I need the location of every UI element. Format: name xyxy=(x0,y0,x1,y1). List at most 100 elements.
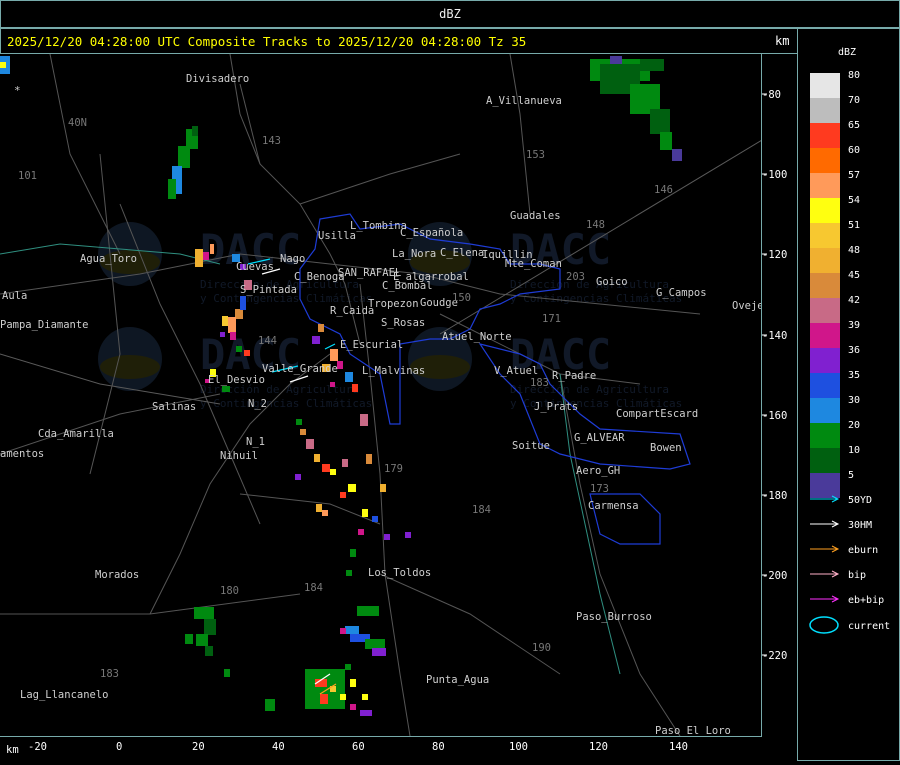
current-label: current xyxy=(848,621,890,632)
svg-text:Carmensa: Carmensa xyxy=(588,500,639,512)
svg-text:Agua_Toro: Agua_Toro xyxy=(80,253,137,265)
track-legend-label: 50YD xyxy=(848,495,872,506)
legend-swatch xyxy=(810,98,840,123)
svg-text:C_Elena: C_Elena xyxy=(440,247,484,259)
window-title: dBZ xyxy=(439,7,461,21)
svg-text:180: 180 xyxy=(220,585,239,597)
track-legend-label: 30HM xyxy=(848,520,872,531)
y-tick: -120 xyxy=(762,249,787,261)
svg-text:173: 173 xyxy=(590,483,609,495)
dbz-color-scale: 80 70 65 60 57 54 51 48 45 42 39 36 35 30 20 10 5 xyxy=(810,70,860,498)
svg-text:CompartEscard: CompartEscard xyxy=(616,408,698,420)
svg-text:L_Malvinas: L_Malvinas xyxy=(362,365,425,377)
svg-text:Los_Toldos: Los_Toldos xyxy=(368,567,431,579)
legend-swatch xyxy=(810,448,840,473)
legend-swatch-label: 80 xyxy=(848,70,860,81)
svg-text:148: 148 xyxy=(586,219,605,231)
svg-text:G_ALVEAR: G_ALVEAR xyxy=(574,432,625,444)
svg-text:40N: 40N xyxy=(68,117,87,129)
svg-text:Mte_Coman: Mte_Coman xyxy=(505,258,562,270)
track-legend-label: bip xyxy=(848,570,866,581)
window-title-bar: dBZ xyxy=(0,0,900,28)
y-tick: -100 xyxy=(762,169,787,181)
legend-swatch xyxy=(810,473,840,498)
legend-swatch-label: 57 xyxy=(848,170,860,181)
x-tick: 40 xyxy=(272,741,285,753)
y-tick: -200 xyxy=(762,570,787,582)
y-tick: -220 xyxy=(762,650,787,662)
legend-swatch-label: 48 xyxy=(848,245,860,256)
y-tick: -180 xyxy=(762,490,787,502)
svg-text:Paso_El_Loro: Paso_El_Loro xyxy=(655,725,731,736)
svg-text:184: 184 xyxy=(472,504,491,516)
x-tick: 140 xyxy=(669,741,688,753)
track-legend-label: eb+bip xyxy=(848,595,884,606)
svg-text:C_Española: C_Española xyxy=(400,227,463,239)
svg-text:101: 101 xyxy=(18,170,37,182)
svg-text:Soitue: Soitue xyxy=(512,440,550,452)
svg-text:R_Caida: R_Caida xyxy=(330,305,374,317)
svg-text:SAN_RAFAEL: SAN_RAFAEL xyxy=(338,267,401,279)
x-tick: 0 xyxy=(116,741,122,753)
legend-swatch xyxy=(810,273,840,298)
legend-swatch-label: 65 xyxy=(848,120,860,131)
svg-text:Nago: Nago xyxy=(280,253,305,265)
svg-text:Valle_Grande: Valle_Grande xyxy=(262,363,338,375)
y-axis: -80 -100 -120 -140 -160 -180 -200 -220 xyxy=(762,54,798,736)
radar-map[interactable]: DACC Dirección de Agricultura y Continge… xyxy=(0,53,764,737)
legend-swatch-label: 5 xyxy=(848,470,854,481)
svg-text:Divisadero: Divisadero xyxy=(186,73,249,85)
svg-text:Pampa_Diamante: Pampa_Diamante xyxy=(0,319,89,331)
svg-text:V_Atuel: V_Atuel xyxy=(494,365,538,377)
svg-text:144: 144 xyxy=(258,335,277,347)
legend-swatch xyxy=(810,398,840,423)
legend-panel: dBZ 80 70 65 60 57 54 51 48 45 42 39 36 35 30 20 10 5 50… xyxy=(798,28,900,761)
svg-text:Goico: Goico xyxy=(596,276,628,288)
svg-text:Tropezon: Tropezon xyxy=(368,298,419,310)
legend-swatch xyxy=(810,423,840,448)
svg-text:153: 153 xyxy=(526,149,545,161)
svg-text:Cuevas: Cuevas xyxy=(236,261,274,273)
svg-text:Bowen: Bowen xyxy=(650,442,682,454)
y-tick: -160 xyxy=(762,410,787,422)
legend-swatch xyxy=(810,123,840,148)
legend-swatch-label: 54 xyxy=(848,195,860,206)
composite-title: 2025/12/20 04:28:00 UTC Composite Tracks… xyxy=(7,34,527,49)
svg-text:Dirección de Agricultura: Dirección de Agricultura xyxy=(510,278,669,291)
legend-swatch xyxy=(810,198,840,223)
track-legend: 50YD 30HM eburn bip eb+bip xyxy=(810,495,884,606)
legend-swatch xyxy=(810,223,840,248)
svg-text:Atuel_Norte: Atuel_Norte xyxy=(442,331,512,343)
legend-swatch-label: 39 xyxy=(848,320,860,331)
svg-text:150: 150 xyxy=(452,292,471,304)
svg-text:183: 183 xyxy=(530,377,549,389)
legend-swatch xyxy=(810,173,840,198)
legend-swatch xyxy=(810,148,840,173)
legend-swatch-label: 30 xyxy=(848,395,860,406)
svg-text:C_Benoga: C_Benoga xyxy=(294,271,345,283)
legend-swatch-label: 20 xyxy=(848,420,860,431)
legend-swatch xyxy=(810,323,840,348)
svg-text:La_Nora: La_Nora xyxy=(392,248,436,260)
legend-swatch-label: 36 xyxy=(848,345,860,356)
svg-text:Guadales: Guadales xyxy=(510,210,561,222)
current-position-icon xyxy=(809,616,839,634)
legend-swatch xyxy=(810,248,840,273)
svg-text:L_Tombina: L_Tombina xyxy=(350,220,407,232)
x-tick: 80 xyxy=(432,741,445,753)
x-tick: 20 xyxy=(192,741,205,753)
svg-text:S_Rosas: S_Rosas xyxy=(381,317,425,329)
legend-swatch-label: 35 xyxy=(848,370,860,381)
svg-text:y Contingencias Climáticas: y Contingencias Climáticas xyxy=(200,397,372,410)
legend-swatch xyxy=(810,348,840,373)
svg-text:190: 190 xyxy=(532,642,551,654)
svg-text:Lag_Llancanelo: Lag_Llancanelo xyxy=(20,689,109,701)
svg-text:Paso_Burroso: Paso_Burroso xyxy=(576,611,652,623)
legend-swatch-label: 42 xyxy=(848,295,860,306)
legend-swatch xyxy=(810,73,840,98)
svg-text:A_Villanueva: A_Villanueva xyxy=(486,95,562,107)
track-legend-label: eburn xyxy=(848,545,878,556)
svg-text:Punta_Agua: Punta_Agua xyxy=(426,674,489,686)
svg-text:171: 171 xyxy=(542,313,561,325)
svg-text:184: 184 xyxy=(304,582,323,594)
